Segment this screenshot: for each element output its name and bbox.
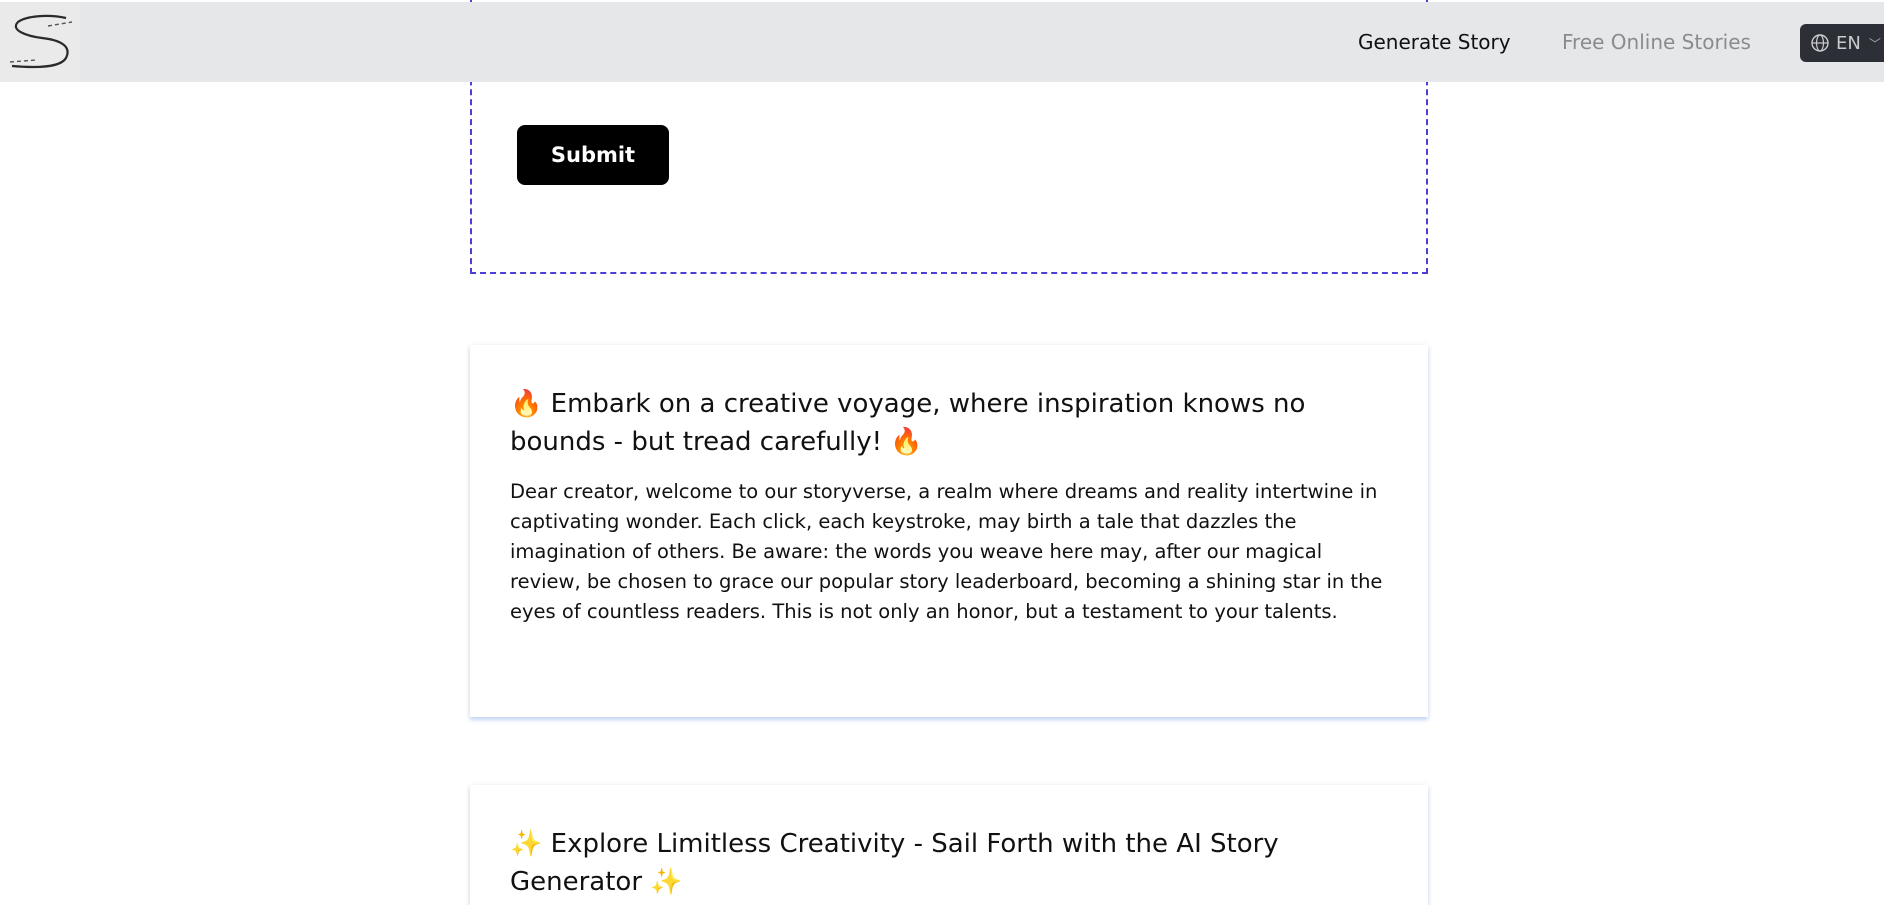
nav-generate-story[interactable]: Generate Story bbox=[1358, 30, 1511, 54]
card-body: Dear creator, welcome to our storyverse,… bbox=[510, 480, 1383, 623]
info-card-explore-creativity: ✨ Explore Limitless Creativity - Sail Fo… bbox=[470, 785, 1428, 905]
nav-free-online-stories[interactable]: Free Online Stories bbox=[1562, 30, 1751, 54]
submit-button[interactable]: Submit bbox=[517, 125, 669, 185]
card-title: ✨ Explore Limitless Creativity - Sail Fo… bbox=[510, 829, 1279, 897]
chevron-down-icon: ﹀ bbox=[1868, 36, 1881, 51]
language-selector[interactable]: EN ﹀ bbox=[1800, 24, 1884, 62]
globe-icon bbox=[1811, 34, 1829, 52]
site-logo[interactable] bbox=[0, 2, 80, 82]
logo-s-icon bbox=[9, 14, 73, 69]
card-title: 🔥 Embark on a creative voyage, where ins… bbox=[510, 389, 1306, 457]
top-navbar: Generate Story Free Online Stories EN ﹀ bbox=[0, 2, 1884, 82]
language-label: EN bbox=[1836, 32, 1861, 54]
info-card-creative-voyage: 🔥 Embark on a creative voyage, where ins… bbox=[470, 345, 1428, 717]
